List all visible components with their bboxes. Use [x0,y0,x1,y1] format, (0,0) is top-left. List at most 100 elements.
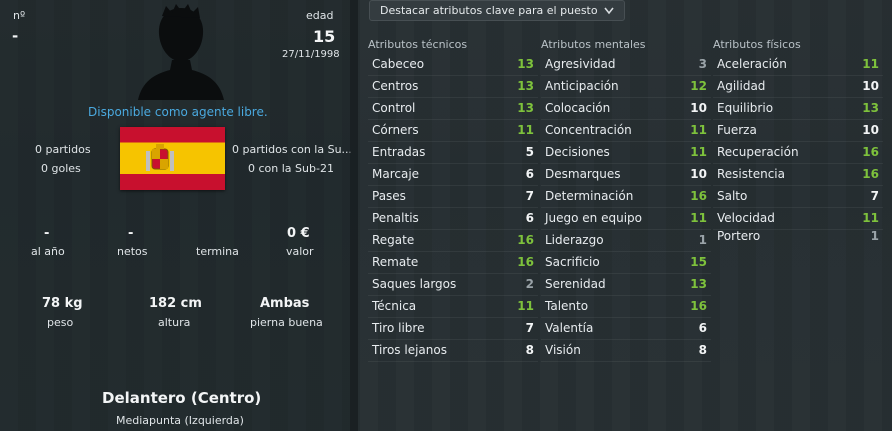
mental-attribute-row[interactable]: Sacrificio 15 [541,252,711,274]
attribute-name: Velocidad [717,211,775,225]
technical-header: Atributos técnicos [368,38,468,51]
u21-goals: 0 con la Sub-21 [248,162,334,175]
attribute-value: 5 [525,145,534,159]
market-value-label: valor [286,245,314,258]
attribute-value: 11 [690,123,707,137]
attribute-value: 11 [690,145,707,159]
salary-value: - [44,226,50,241]
attribute-value: 3 [698,57,707,71]
physical-attribute-row[interactable]: Recuperación 16 [713,142,883,164]
age-label: edad [306,9,334,22]
attribute-value: 16 [862,167,879,181]
physical-attribute-row[interactable]: Fuerza 10 [713,120,883,142]
attribute-value: 7 [525,189,534,203]
technical-attribute-row[interactable]: Pases 7 [368,186,538,208]
attribute-value: 11 [517,123,534,137]
mental-attribute-row[interactable]: Decisiones 11 [541,142,711,164]
technical-attribute-row[interactable]: Córners 11 [368,120,538,142]
goals-count: 0 goles [41,162,81,175]
mental-attribute-row[interactable]: Visión 8 [541,340,711,362]
attribute-value: 16 [517,233,534,247]
number-label: nº [13,9,26,22]
physical-attributes-list: Aceleración 11 Agilidad 10 Equilibrio 13 Fuerz… [713,54,883,230]
technical-attribute-row[interactable]: Saques largos 2 [368,274,538,296]
attribute-value: 10 [690,167,707,181]
number-value: - [12,27,19,45]
chevron-down-icon [604,7,614,15]
mental-attribute-row[interactable]: Serenidad 13 [541,274,711,296]
technical-attribute-row[interactable]: Regate 16 [368,230,538,252]
mental-attribute-row[interactable]: Desmarques 10 [541,164,711,186]
attribute-name: Regate [372,233,415,247]
preferred-foot-label: pierna buena [250,316,323,329]
attribute-value: 1 [698,233,707,247]
technical-attribute-row[interactable]: Entradas 5 [368,142,538,164]
physical-attribute-row[interactable]: Aceleración 11 [713,54,883,76]
mental-attribute-row[interactable]: Liderazgo 1 [541,230,711,252]
technical-attribute-row[interactable]: Tiro libre 7 [368,318,538,340]
attribute-name: Anticipación [545,79,619,93]
weight-value: 78 kg [42,296,83,311]
attribute-name: Liderazgo [545,233,604,247]
attribute-name: Colocación [545,101,611,115]
attribute-name: Remate [372,255,419,269]
mental-attribute-row[interactable]: Determinación 16 [541,186,711,208]
attribute-value: 13 [862,101,879,115]
attribute-name: Marcaje [372,167,420,181]
free-agent-status[interactable]: Disponible como agente libre. [88,105,268,119]
attribute-value: 15 [690,255,707,269]
physical-attribute-row[interactable]: Agilidad 10 [713,76,883,98]
attribute-name: Agilidad [717,79,766,93]
height-label: altura [158,316,191,329]
mental-attribute-row[interactable]: Talento 16 [541,296,711,318]
technical-attribute-row[interactable]: Marcaje 6 [368,164,538,186]
attribute-name: Resistencia [717,167,785,181]
attribute-name: Valentía [545,321,594,335]
attribute-name: Saques largos [372,277,457,291]
mental-attribute-row[interactable]: Agresividad 3 [541,54,711,76]
attribute-name: Agresividad [545,57,616,71]
market-value: 0 € [287,226,310,241]
attribute-name: Serenidad [545,277,606,291]
goalkeeper-attribute-row[interactable]: Portero 1 [713,226,883,247]
goalkeeper-name: Portero [717,229,761,243]
attribute-value: 6 [525,167,534,181]
technical-attribute-row[interactable]: Técnica 11 [368,296,538,318]
mental-attribute-row[interactable]: Concentración 11 [541,120,711,142]
technical-attribute-row[interactable]: Penaltis 6 [368,208,538,230]
attribute-value: 11 [862,57,879,71]
technical-attribute-row[interactable]: Tiros lejanos 8 [368,340,538,362]
attribute-name: Juego en equipo [545,211,643,225]
attribute-name: Fuerza [717,123,757,137]
net-value: - [128,226,134,241]
physical-attribute-row[interactable]: Equilibrio 13 [713,98,883,120]
goalkeeper-value: 1 [870,229,879,243]
mental-attribute-row[interactable]: Colocación 10 [541,98,711,120]
attribute-name: Visión [545,343,581,357]
attribute-name: Decisiones [545,145,610,159]
technical-attribute-row[interactable]: Centros 13 [368,76,538,98]
technical-attributes-list: Cabeceo 13 Centros 13 Control 13 Córners 11 Entr… [368,54,538,362]
main-position: Delantero (Centro) [102,389,262,407]
attribute-value: 13 [517,101,534,115]
birthdate: 27/11/1998 [282,49,340,60]
technical-attribute-row[interactable]: Cabeceo 13 [368,54,538,76]
attribute-name: Sacrificio [545,255,600,269]
attribute-value: 6 [525,211,534,225]
attribute-name: Técnica [372,299,417,313]
mental-attribute-row[interactable]: Juego en equipo 11 [541,208,711,230]
mental-attribute-row[interactable]: Valentía 6 [541,318,711,340]
attribute-value: 10 [862,79,879,93]
mental-attribute-row[interactable]: Anticipación 12 [541,76,711,98]
preferred-foot-value: Ambas [260,296,310,311]
mental-header: Atributos mentales [541,38,646,51]
technical-attribute-row[interactable]: Remate 16 [368,252,538,274]
player-overview-panel: nº - edad 15 27/11/1998 Disponible como … [0,0,352,431]
highlight-attributes-dropdown[interactable]: Destacar atributos clave para el puesto [369,0,625,21]
attribute-value: 16 [690,299,707,313]
technical-attribute-row[interactable]: Control 13 [368,98,538,120]
mental-attributes-list: Agresividad 3 Anticipación 12 Colocación 10 Co… [541,54,711,362]
physical-attribute-row[interactable]: Resistencia 16 [713,164,883,186]
physical-attribute-row[interactable]: Salto 7 [713,186,883,208]
matches-count: 0 partidos [35,143,91,156]
